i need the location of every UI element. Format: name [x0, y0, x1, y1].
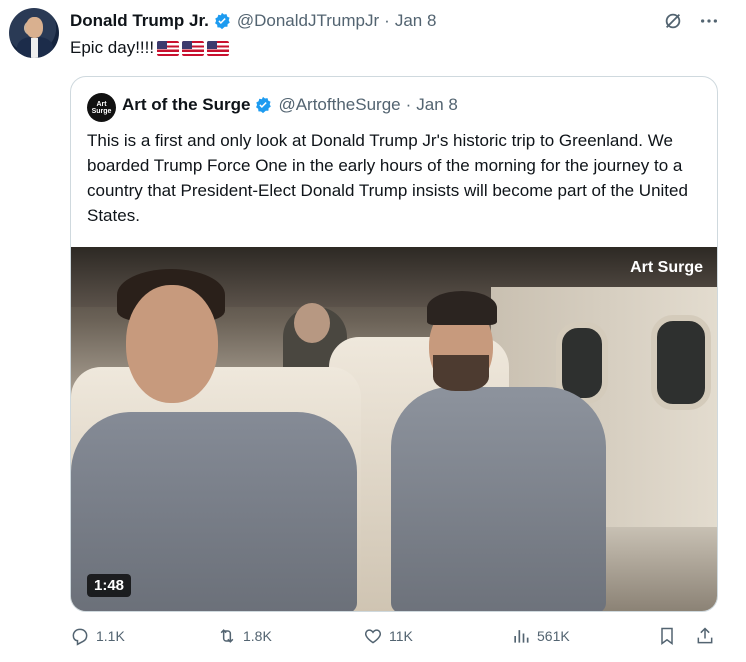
video-person-right	[391, 387, 606, 611]
share-icon	[697, 627, 713, 644]
grok-icon[interactable]	[662, 10, 684, 32]
us-flag-icon	[182, 40, 205, 56]
more-icon[interactable]	[698, 10, 720, 32]
video-watermark-logo: Art Surge	[630, 259, 703, 276]
quote-author-handle[interactable]: @ArtoftheSurge	[278, 95, 400, 115]
bookmark-icon	[661, 627, 673, 645]
tweet-date[interactable]: Jan 8	[395, 11, 437, 31]
tweet-text-content: Epic day!!!!	[70, 38, 155, 57]
video-duration: 1:48	[87, 574, 132, 597]
video-beard	[433, 355, 489, 391]
quote-author-avatar[interactable]: Art Surge	[87, 93, 116, 122]
quote-text: This is a first and only look at Donald …	[87, 131, 688, 225]
tweet-top-icons	[662, 10, 720, 32]
video-player[interactable]: Art Surge 1:48	[71, 247, 717, 611]
quote-author-name[interactable]: Art of the Surge	[122, 95, 250, 115]
separator: ·	[384, 11, 390, 30]
author-name[interactable]: Donald Trump Jr.	[70, 11, 209, 31]
reply-count: 1.1K	[96, 628, 125, 644]
quote-date[interactable]: Jan 8	[416, 95, 458, 115]
repost-button[interactable]: 1.8K	[217, 626, 272, 646]
tweet-actions: 1.1K 1.8K 11K 561K	[70, 626, 726, 654]
verified-badge-icon	[256, 96, 272, 114]
us-flag-icon	[207, 40, 230, 56]
video-hair-right	[427, 291, 497, 325]
author-avatar[interactable]	[9, 8, 59, 58]
repost-count: 1.8K	[243, 628, 272, 644]
author-handle[interactable]: @DonaldJTrumpJr	[237, 11, 379, 31]
bookmark-button[interactable]	[657, 626, 683, 646]
video-background-head	[294, 303, 330, 343]
quote-header: Art of the Surge @ArtoftheSurge · Jan 8	[122, 95, 458, 115]
separator: ·	[405, 95, 412, 114]
verified-badge-icon	[214, 12, 230, 30]
quoted-tweet[interactable]: Art Surge Art of the Surge @ArtoftheSurg…	[70, 76, 718, 612]
like-icon	[364, 629, 382, 644]
views-button[interactable]: 561K	[511, 626, 570, 646]
reply-button[interactable]: 1.1K	[70, 626, 125, 646]
like-button[interactable]: 11K	[363, 626, 413, 646]
views-icon	[514, 630, 529, 643]
video-window	[651, 315, 711, 410]
video-head-left	[126, 285, 218, 403]
share-button[interactable]	[695, 626, 721, 646]
like-count: 11K	[389, 628, 413, 644]
reply-icon	[72, 628, 88, 646]
tweet-text: Epic day!!!!	[70, 37, 230, 59]
tweet: Donald Trump Jr. @DonaldJTrumpJr · Jan 8…	[0, 0, 746, 662]
views-count: 561K	[537, 628, 570, 644]
repost-icon	[220, 629, 234, 643]
tweet-header: Donald Trump Jr. @DonaldJTrumpJr · Jan 8	[70, 10, 436, 32]
us-flag-icon	[157, 40, 180, 56]
